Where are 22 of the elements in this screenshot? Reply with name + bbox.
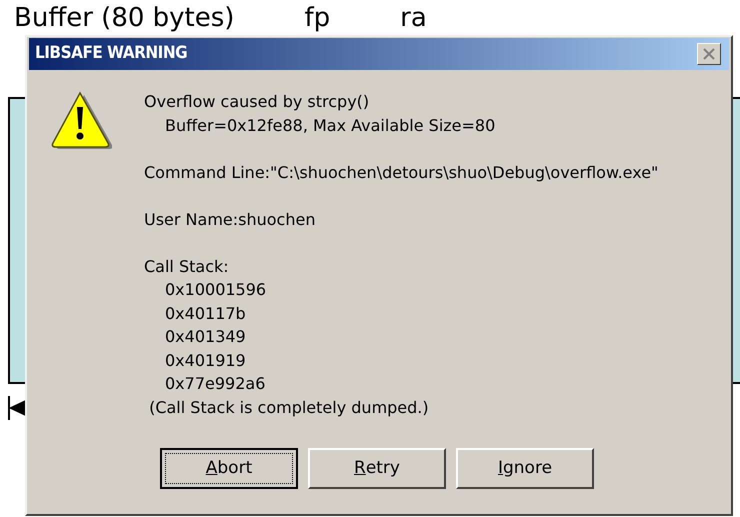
slide-title-text: Buffer (80 bytes) bbox=[14, 2, 234, 34]
message-line: 0x10001596 bbox=[164, 279, 268, 301]
dialog-button[interactable]: Abort bbox=[160, 448, 298, 489]
message-line: Overflow caused by strcpy() bbox=[144, 91, 370, 113]
dialog-title: LIBSAFE WARNING bbox=[35, 42, 188, 66]
dialog-button[interactable]: Ignore bbox=[456, 448, 594, 489]
slide-title-text: ra bbox=[400, 2, 427, 34]
message-line: 0x401349 bbox=[164, 326, 247, 348]
message-line: (Call Stack is completely dumped.) bbox=[148, 396, 430, 418]
close-button[interactable] bbox=[697, 43, 721, 65]
message-line: 0x401919 bbox=[164, 350, 247, 372]
message-line: Command Line:"C:\shuochen\detours\shuo\Debug\overflow.exe" bbox=[144, 162, 658, 184]
arrow-head-icon bbox=[8, 396, 28, 420]
warning-icon bbox=[50, 91, 112, 149]
slide-title-text: fp bbox=[304, 2, 330, 34]
message-line: User Name:shuochen bbox=[144, 208, 316, 230]
message-line: 0x40117b bbox=[164, 302, 247, 324]
dialog-button[interactable]: Retry bbox=[308, 448, 446, 489]
message-line: Buffer=0x12fe88, Max Available Size=80 bbox=[164, 114, 496, 136]
message-line: 0x77e992a6 bbox=[164, 373, 266, 395]
message-line: Call Stack: bbox=[144, 256, 230, 278]
close-icon bbox=[703, 48, 715, 60]
